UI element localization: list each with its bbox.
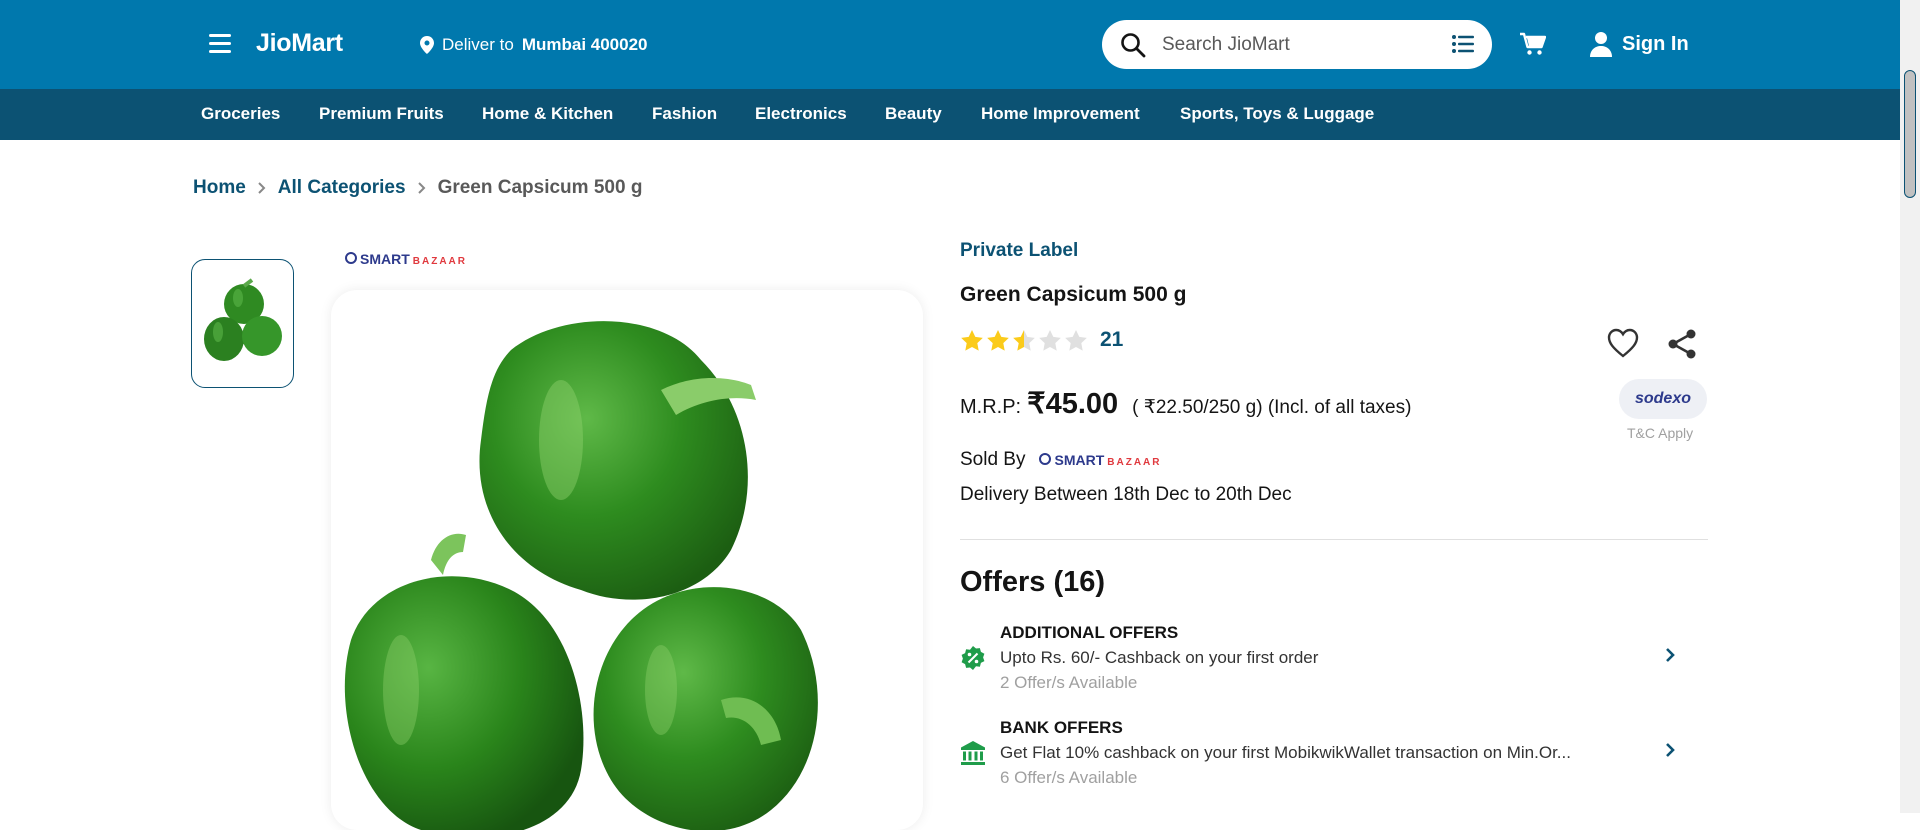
section-divider: [960, 539, 1708, 540]
star-half-icon: [1013, 329, 1035, 351]
private-label-link[interactable]: Private Label: [960, 240, 1078, 262]
sodexo-badge[interactable]: sodexo: [1619, 379, 1707, 419]
chevron-right-icon: [258, 182, 266, 194]
star-full-icon: [987, 329, 1009, 351]
offer-heading: ADDITIONAL OFFERS: [1000, 623, 1179, 642]
breadcrumb-home[interactable]: Home: [193, 177, 246, 199]
category-fashion[interactable]: Fashion: [652, 104, 717, 124]
breadcrumb-current: Green Capsicum 500 g: [437, 177, 643, 198]
rating-count[interactable]: 21: [1100, 328, 1123, 352]
search-icon[interactable]: [1120, 32, 1146, 58]
unit-price: ( ₹22.50/250 g) (Incl. of all taxes): [1132, 397, 1412, 418]
sold-by-label: Sold By: [960, 449, 1026, 470]
search-input[interactable]: [1160, 32, 1434, 57]
category-premium-fruits[interactable]: Premium Fruits: [319, 104, 444, 124]
seller-logo-secondary: BAZAAR: [1107, 457, 1162, 468]
chevron-right-icon: [417, 182, 425, 194]
offer-heading: BANK OFFERS: [1000, 718, 1123, 737]
deliver-location: Mumbai 400020: [521, 35, 648, 54]
offer-count: 2 Offer/s Available: [1000, 673, 1138, 692]
brand-mark-icon: [345, 252, 357, 264]
breadcrumb-all-categories[interactable]: All Categories: [278, 177, 406, 199]
page-scrollbar[interactable]: [1900, 0, 1920, 813]
category-groceries[interactable]: Groceries: [201, 104, 280, 124]
tnc-text: T&C Apply: [1627, 425, 1694, 441]
product-rating[interactable]: 21: [960, 328, 1123, 352]
deliver-prefix: Deliver to: [442, 35, 514, 54]
offers-title: Offers (16): [960, 566, 1106, 598]
location-pin-icon: [420, 36, 434, 54]
menu-icon[interactable]: [209, 34, 233, 54]
seller-logo-primary: SMART: [1054, 452, 1105, 468]
mrp-label: M.R.P:: [960, 396, 1022, 418]
user-icon: [1590, 32, 1612, 57]
star-empty-icon: [1065, 329, 1087, 351]
wishlist-heart-icon[interactable]: [1607, 328, 1639, 358]
product-thumbnail[interactable]: [191, 259, 294, 388]
sign-in-label: Sign In: [1622, 32, 1689, 55]
delivery-info: Delivery Between 18th Dec to 20th Dec: [960, 484, 1292, 505]
smart-bazaar-logo: SMART BAZAAR: [345, 251, 467, 267]
star-empty-icon: [1039, 329, 1061, 351]
offer-description: Get Flat 10% cashback on your first Mobi…: [1000, 743, 1571, 762]
price-block: M.R.P: ₹45.00 ( ₹22.50/250 g) (Incl. of …: [960, 386, 1411, 421]
category-electronics[interactable]: Electronics: [755, 104, 847, 124]
brand-mark-icon: [1039, 453, 1052, 465]
bank-icon: [961, 741, 985, 765]
sign-in-button[interactable]: Sign In: [1590, 31, 1689, 57]
brand-logo-primary: SMART: [360, 251, 410, 267]
category-home-kitchen[interactable]: Home & Kitchen: [482, 104, 613, 124]
capsicum-image: [344, 321, 818, 830]
sold-by: Sold By SMART BAZAAR: [960, 449, 1161, 471]
search-bar[interactable]: [1102, 20, 1492, 69]
deliver-location-selector[interactable]: Deliver to Mumbai 400020: [420, 35, 648, 55]
price-value: ₹45.00: [1027, 388, 1119, 420]
star-full-icon: [961, 329, 983, 351]
jiomart-logo[interactable]: JioMart: [256, 29, 343, 58]
share-icon[interactable]: [1666, 328, 1698, 360]
category-sports-toys-luggage[interactable]: Sports, Toys & Luggage: [1180, 104, 1374, 124]
product-main-image[interactable]: [331, 290, 923, 830]
offer-description: Upto Rs. 60/- Cashback on your first ord…: [1000, 648, 1319, 667]
category-nav: Groceries Premium Fruits Home & Kitchen …: [0, 89, 1900, 140]
brand-logo-secondary: BAZAAR: [412, 256, 467, 267]
capsicum-thumbnail-image: [203, 277, 282, 361]
seller-logo[interactable]: SMART BAZAAR: [1039, 452, 1161, 468]
list-icon[interactable]: [1452, 34, 1474, 54]
discount-badge-icon: [961, 646, 985, 670]
cart-icon[interactable]: [1520, 32, 1546, 56]
product-title: Green Capsicum 500 g: [960, 283, 1187, 306]
scrollbar-thumb[interactable]: [1904, 70, 1916, 198]
top-header: JioMart Deliver to Mumbai 400020 Sign In: [0, 0, 1900, 89]
category-home-improvement[interactable]: Home Improvement: [981, 104, 1140, 124]
category-beauty[interactable]: Beauty: [885, 104, 942, 124]
chevron-right-icon[interactable]: [1665, 647, 1675, 663]
offer-count: 6 Offer/s Available: [1000, 768, 1138, 787]
breadcrumb: Home All Categories Green Capsicum 500 g: [193, 177, 642, 199]
chevron-right-icon[interactable]: [1665, 742, 1675, 758]
